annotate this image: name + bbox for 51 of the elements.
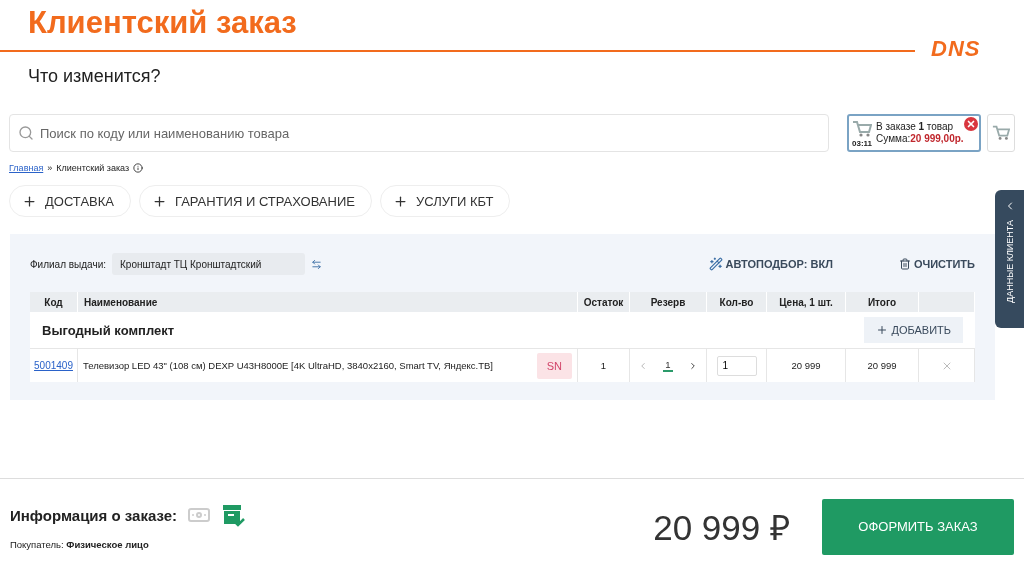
- column-header: Цена, 1 шт.: [767, 292, 846, 312]
- clear-button[interactable]: ОЧИСТИТЬ: [898, 258, 975, 270]
- service-button[interactable]: УСЛУГИ КБТ: [379, 185, 511, 217]
- service-button[interactable]: ДОСТАВКА: [9, 185, 131, 217]
- logo: DNS: [931, 38, 981, 60]
- branch-field[interactable]: Кронштадт ТЦ Кронштадтский: [112, 253, 306, 275]
- magic-wand-icon: [708, 257, 723, 271]
- cart-widget[interactable]: 03:11 В заказе 1 товар Сумма:20 999,00р.: [847, 114, 981, 152]
- increase-icon[interactable]: [688, 360, 698, 371]
- plus-icon: [22, 193, 37, 209]
- close-icon[interactable]: [964, 117, 978, 131]
- column-header: Наименование: [78, 292, 578, 312]
- product-name: Телевизор LED 43" (108 см) DEXP U43H8000E [4K UltraHD, 3840x2160, Smart TV, Яндекс.ТВ]: [83, 360, 494, 371]
- column-header: Итого: [846, 292, 919, 312]
- info-icon[interactable]: [133, 163, 144, 173]
- table-cell: 1: [578, 348, 630, 382]
- service-button[interactable]: ГАРАНТИЯ И СТРАХОВАНИЕ: [138, 185, 372, 217]
- search-field[interactable]: Поиск по коду или наименованию товара: [9, 114, 829, 152]
- autopick-button[interactable]: АВТОПОДБОР: ВКЛ: [708, 257, 833, 271]
- branch-label: Филиал выдачи:: [30, 258, 107, 270]
- breadcrumb-link[interactable]: Главная: [9, 163, 44, 173]
- column-header: Резерв: [630, 292, 707, 312]
- archive-check-icon[interactable]: [221, 503, 246, 527]
- column-header: Остаток: [578, 292, 630, 312]
- quantity-field[interactable]: 1: [716, 355, 757, 376]
- add-button[interactable]: ДОБАВИТЬ: [864, 317, 963, 343]
- breadcrumb-text: Клиентский заказ: [56, 163, 130, 173]
- plus-icon: [392, 193, 408, 209]
- slide-subtitle: Что изменится?: [28, 66, 162, 87]
- order-info-label: Информация о заказе:: [10, 506, 178, 524]
- column-header: Код: [30, 292, 78, 312]
- table-cell: 20 999: [767, 348, 846, 382]
- sn-badge[interactable]: SN: [536, 352, 572, 379]
- client-data-tab[interactable]: ДАННЫЕ КЛИЕНТА: [995, 190, 1024, 328]
- plus-icon: [876, 324, 889, 336]
- trash-icon: [898, 258, 911, 270]
- search-icon: [18, 125, 34, 141]
- swap-icon[interactable]: [311, 258, 323, 270]
- group-title: Выгодный комплект: [42, 322, 175, 338]
- table-cell: 20 999: [846, 348, 919, 382]
- checkout-button[interactable]: ОФОРМИТЬ ЗАКАЗ: [822, 498, 1014, 555]
- cart-icon: [992, 124, 1010, 142]
- cart-icon: [852, 118, 872, 139]
- slide-title: Клиентский заказ: [28, 4, 298, 42]
- plus-icon: [151, 193, 167, 209]
- reserve-value: 1: [663, 359, 673, 372]
- breadcrumb-text: »: [47, 163, 53, 173]
- add-to-cart-button[interactable]: [987, 114, 1015, 152]
- buyer-text: Покупатель: Физическое лицо: [10, 539, 150, 550]
- order-total: 20 999 ₽: [653, 507, 790, 549]
- column-header: Кол-во: [707, 292, 767, 312]
